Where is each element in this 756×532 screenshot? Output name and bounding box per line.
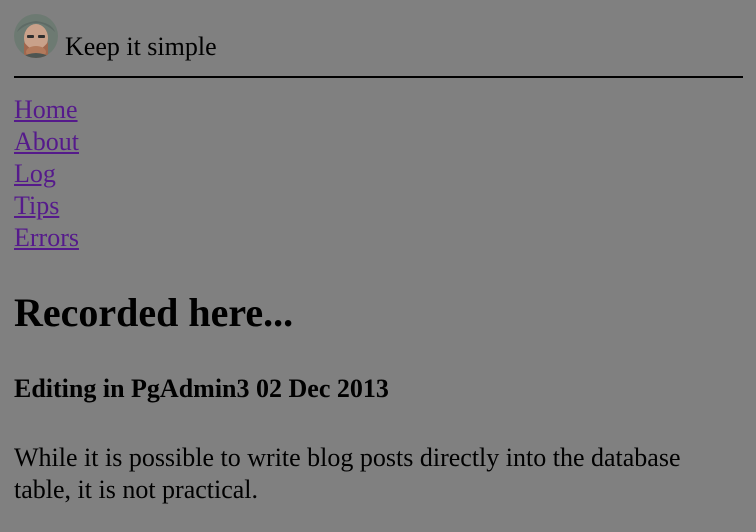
- nav-item-about: About: [14, 126, 79, 158]
- nav-item-errors: Errors: [14, 222, 79, 254]
- nav-link-tips[interactable]: Tips: [14, 191, 59, 220]
- nav-link-errors[interactable]: Errors: [14, 223, 79, 252]
- site-title: Keep it simple: [65, 32, 217, 61]
- post-body: While it is possible to write blog posts…: [14, 443, 681, 504]
- nav-link-about[interactable]: About: [14, 127, 79, 156]
- main-nav: Home About Log Tips Errors: [14, 94, 79, 254]
- avatar[interactable]: [14, 14, 58, 58]
- nav-item-home: Home: [14, 94, 79, 126]
- nav-item-tips: Tips: [14, 190, 79, 222]
- page: Keep it simple Home About Log Tips Error…: [0, 0, 756, 532]
- page-heading: Recorded here...: [14, 290, 294, 335]
- nav-link-home[interactable]: Home: [14, 95, 78, 124]
- site-header: Keep it simple: [14, 14, 743, 78]
- post-title: Editing in PgAdmin3 02 Dec 2013: [14, 374, 389, 403]
- nav-item-log: Log: [14, 158, 79, 190]
- nav-link-log[interactable]: Log: [14, 159, 56, 188]
- user-avatar-icon: [14, 14, 58, 58]
